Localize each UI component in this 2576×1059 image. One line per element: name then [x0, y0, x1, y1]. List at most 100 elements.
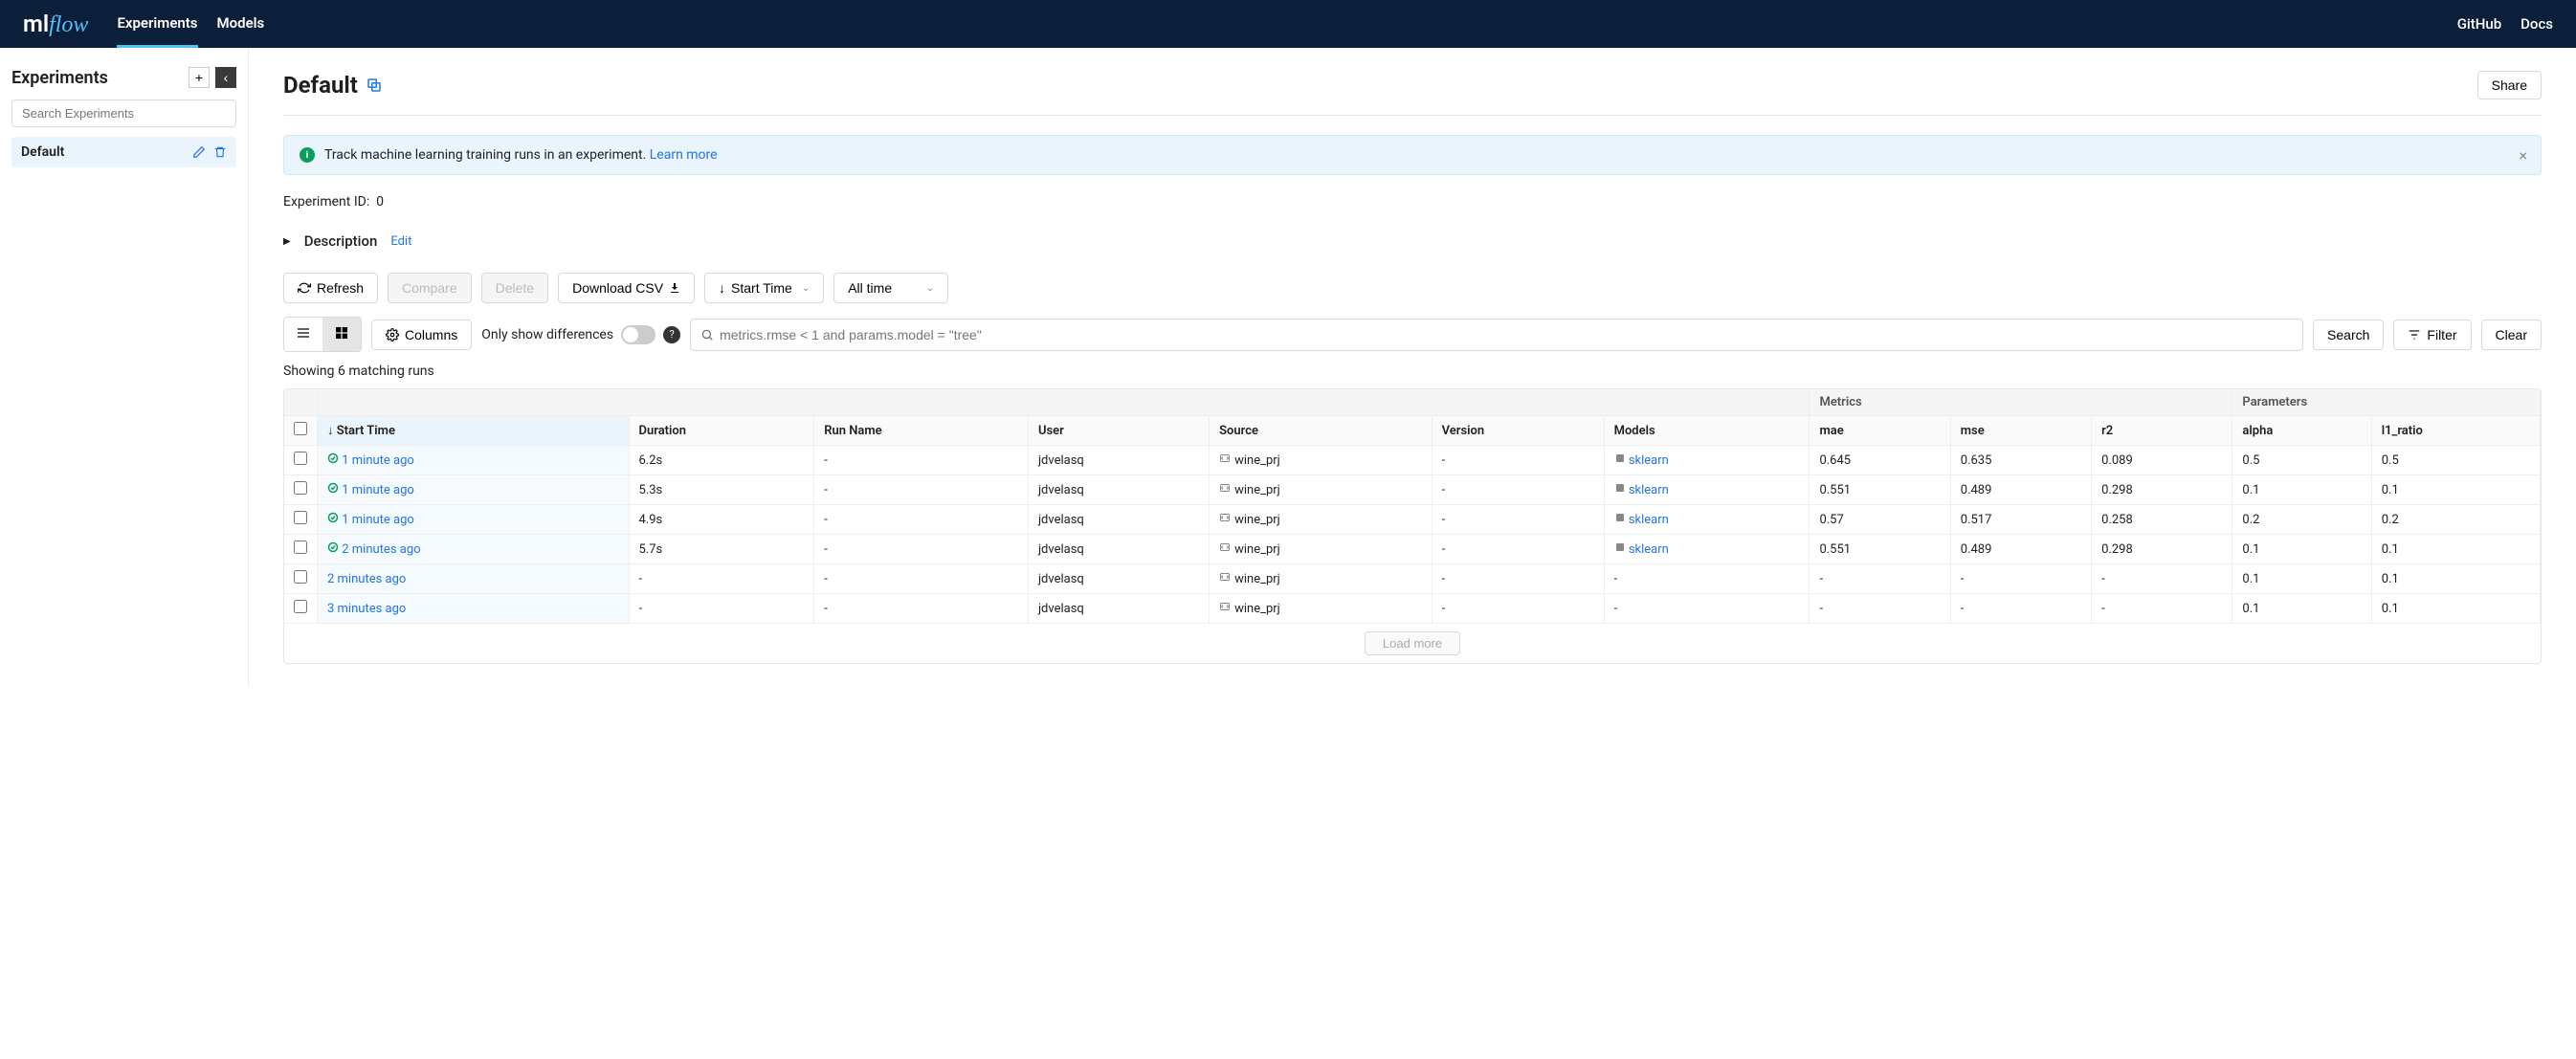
status-ok-icon — [327, 541, 339, 553]
status-ok-icon — [327, 512, 339, 523]
cell-duration: 4.9s — [629, 505, 814, 535]
cell-version: - — [1432, 446, 1604, 475]
table-row: 1 minute ago6.2s-jdvelasqwine_prj- sklea… — [284, 446, 2541, 475]
col-run-name[interactable]: Run Name — [814, 416, 1029, 446]
list-view-button[interactable] — [284, 318, 322, 351]
cell-models: - — [1604, 594, 1810, 624]
cell-mae: - — [1810, 594, 1950, 624]
cell-duration: 6.2s — [629, 446, 814, 475]
learn-more-link[interactable]: Learn more — [650, 147, 718, 163]
cell-source: wine_prj — [1210, 535, 1432, 564]
col-mse[interactable]: mse — [1950, 416, 2091, 446]
nav-tab-models[interactable]: Models — [217, 1, 265, 48]
col-source[interactable]: Source — [1210, 416, 1432, 446]
row-checkbox[interactable] — [294, 600, 307, 613]
model-link[interactable]: sklearn — [1629, 542, 1669, 557]
search-button[interactable]: Search — [2313, 320, 2384, 350]
run-link[interactable]: 2 minutes ago — [327, 572, 406, 586]
sort-desc-icon: ↓ — [327, 424, 334, 438]
caret-right-icon[interactable]: ▶ — [283, 236, 291, 247]
download-icon — [669, 282, 680, 294]
cell-source: wine_prj — [1210, 594, 1432, 624]
edit-description-link[interactable]: Edit — [390, 234, 411, 249]
time-filter-dropdown[interactable]: All time ⌄ — [833, 273, 948, 303]
col-l1[interactable]: l1_ratio — [2371, 416, 2540, 446]
model-icon — [1614, 541, 1626, 553]
col-duration[interactable]: Duration — [629, 416, 814, 446]
add-experiment-button[interactable]: + — [189, 67, 210, 88]
cell-version: - — [1432, 535, 1604, 564]
table-row: 2 minutes ago5.7s-jdvelasqwine_prj- skle… — [284, 535, 2541, 564]
columns-button[interactable]: Columns — [371, 320, 472, 350]
cell-user: jdvelasq — [1028, 446, 1209, 475]
col-group-params: Parameters — [2232, 389, 2541, 416]
cell-l1: 0.1 — [2371, 594, 2540, 624]
cell-run-name: - — [814, 564, 1029, 594]
col-version[interactable]: Version — [1432, 416, 1604, 446]
filter-button[interactable]: Filter — [2393, 320, 2471, 350]
sidebar-item-default[interactable]: Default — [11, 137, 236, 167]
link-docs[interactable]: Docs — [2520, 15, 2553, 33]
diff-switch[interactable] — [621, 325, 655, 344]
help-icon[interactable]: ? — [663, 326, 680, 343]
col-models[interactable]: Models — [1604, 416, 1810, 446]
select-all-checkbox[interactable] — [294, 422, 307, 435]
run-link[interactable]: 2 minutes ago — [342, 542, 420, 557]
run-link[interactable]: 1 minute ago — [342, 483, 414, 497]
col-start-time[interactable]: ↓ Start Time — [318, 416, 630, 446]
grid-view-button[interactable] — [322, 318, 361, 351]
col-r2[interactable]: r2 — [2092, 416, 2232, 446]
model-link[interactable]: sklearn — [1629, 483, 1669, 497]
cell-user: jdvelasq — [1028, 594, 1209, 624]
download-csv-button[interactable]: Download CSV — [558, 273, 695, 303]
run-link[interactable]: 3 minutes ago — [327, 602, 406, 616]
row-checkbox[interactable] — [294, 570, 307, 584]
clear-button[interactable]: Clear — [2481, 320, 2542, 350]
collapse-sidebar-button[interactable]: ‹ — [215, 67, 236, 88]
load-more-button[interactable]: Load more — [1365, 631, 1460, 655]
model-icon — [1614, 452, 1626, 464]
table-row: 3 minutes ago--jdvelasqwine_prj-----0.10… — [284, 594, 2541, 624]
project-icon — [1219, 571, 1231, 583]
cell-l1: 0.5 — [2371, 446, 2540, 475]
copy-icon[interactable] — [366, 77, 383, 94]
link-github[interactable]: GitHub — [2457, 15, 2501, 33]
model-link[interactable]: sklearn — [1629, 513, 1669, 527]
row-checkbox[interactable] — [294, 511, 307, 524]
run-link[interactable]: 1 minute ago — [342, 453, 414, 468]
cell-duration: - — [629, 564, 814, 594]
edit-icon[interactable] — [192, 145, 206, 159]
cell-models: sklearn — [1604, 535, 1810, 564]
logo[interactable]: mlflow — [23, 11, 88, 38]
cell-alpha: 0.2 — [2232, 505, 2371, 535]
chevron-down-icon: ⌄ — [802, 283, 810, 294]
row-checkbox[interactable] — [294, 541, 307, 554]
share-button[interactable]: Share — [2477, 71, 2542, 99]
col-alpha[interactable]: alpha — [2232, 416, 2371, 446]
cell-user: jdvelasq — [1028, 564, 1209, 594]
run-link[interactable]: 1 minute ago — [342, 513, 414, 527]
cell-models: sklearn — [1604, 475, 1810, 505]
refresh-button[interactable]: Refresh — [283, 273, 378, 303]
cell-r2: 0.298 — [2092, 535, 2232, 564]
project-icon — [1219, 541, 1231, 553]
plus-icon: + — [195, 70, 203, 85]
cell-models: sklearn — [1604, 505, 1810, 535]
diff-label: Only show differences — [481, 327, 613, 342]
row-checkbox[interactable] — [294, 452, 307, 465]
sort-arrow-icon: ↓ — [719, 280, 725, 296]
sidebar-item-label: Default — [21, 144, 64, 160]
nav-tab-experiments[interactable]: Experiments — [117, 1, 197, 48]
col-mae[interactable]: mae — [1810, 416, 1950, 446]
sort-dropdown[interactable]: ↓ Start Time ⌄ — [704, 273, 824, 303]
col-user[interactable]: User — [1028, 416, 1209, 446]
runs-search-input[interactable] — [714, 320, 2293, 350]
model-link[interactable]: sklearn — [1629, 453, 1669, 468]
status-ok-icon — [327, 482, 339, 494]
search-experiments-input[interactable] — [11, 99, 236, 127]
close-icon[interactable]: × — [2519, 146, 2527, 165]
delete-icon[interactable] — [213, 145, 227, 159]
row-checkbox[interactable] — [294, 481, 307, 495]
cell-r2: 0.089 — [2092, 446, 2232, 475]
cell-run-name: - — [814, 475, 1029, 505]
